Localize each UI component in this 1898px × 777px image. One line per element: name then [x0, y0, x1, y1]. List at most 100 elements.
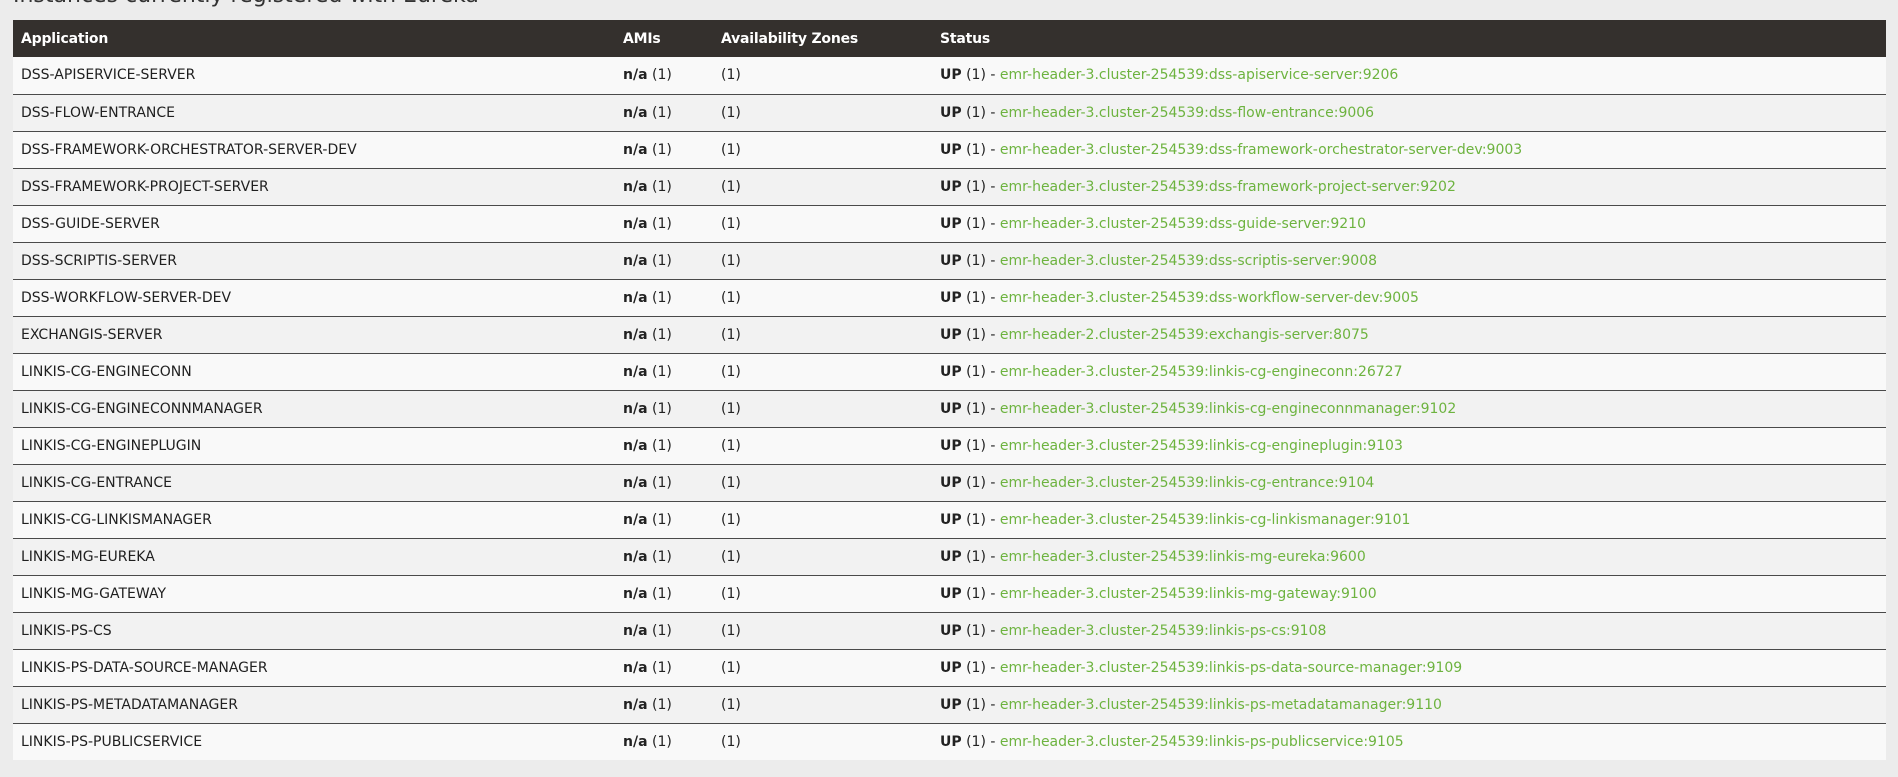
instance-link[interactable]: emr-header-3.cluster-254539:dss-workflow…	[1000, 290, 1419, 306]
instance-link[interactable]: emr-header-3.cluster-254539:linkis-cg-en…	[1000, 401, 1456, 417]
instance-link[interactable]: emr-header-3.cluster-254539:dss-framewor…	[1000, 142, 1522, 158]
status-separator: -	[990, 141, 996, 158]
status-count: (1)	[966, 696, 986, 713]
status-cell: UP (1) - emr-header-3.cluster-254539:lin…	[932, 685, 1886, 723]
amis-cell: n/a (1)	[615, 648, 713, 686]
instances-table-container: Application AMIs Availability Zones Stat…	[13, 20, 1886, 760]
availability-zones-cell: (1)	[713, 93, 932, 131]
amis-value: n/a	[623, 67, 648, 84]
status-separator: -	[990, 659, 996, 676]
application-cell: DSS-GUIDE-SERVER	[13, 204, 615, 242]
status-value: UP	[940, 400, 962, 417]
instance-link[interactable]: emr-header-3.cluster-254539:linkis-cg-en…	[1000, 364, 1403, 380]
amis-count: (1)	[651, 733, 672, 750]
amis-cell: n/a (1)	[615, 426, 713, 464]
status-count: (1)	[966, 67, 986, 84]
status-separator: -	[990, 733, 996, 750]
availability-zones-count: (1)	[721, 104, 741, 121]
amis-cell: n/a (1)	[615, 574, 713, 612]
amis-count: (1)	[651, 326, 672, 343]
status-value: UP	[940, 178, 962, 195]
application-name: LINKIS-CG-ENTRANCE	[21, 474, 173, 491]
instance-link[interactable]: emr-header-3.cluster-254539:dss-scriptis…	[1000, 253, 1377, 269]
amis-cell: n/a (1)	[615, 57, 713, 94]
status-count: (1)	[966, 289, 986, 306]
application-name: LINKIS-MG-GATEWAY	[21, 585, 166, 602]
status-cell: UP (1) - emr-header-3.cluster-254539:dss…	[932, 130, 1886, 168]
status-cell: UP (1) - emr-header-3.cluster-254539:lin…	[932, 426, 1886, 464]
availability-zones-count: (1)	[721, 696, 741, 713]
status-value: UP	[940, 585, 962, 602]
instance-link[interactable]: emr-header-3.cluster-254539:linkis-cg-en…	[1000, 438, 1403, 454]
status-separator: -	[990, 289, 996, 306]
status-value: UP	[940, 215, 962, 232]
amis-count: (1)	[651, 400, 672, 417]
amis-value: n/a	[623, 548, 648, 565]
amis-cell: n/a (1)	[615, 463, 713, 501]
availability-zones-count: (1)	[721, 289, 741, 306]
instance-link[interactable]: emr-header-3.cluster-254539:linkis-mg-eu…	[1000, 549, 1366, 565]
availability-zones-cell: (1)	[713, 500, 932, 538]
amis-cell: n/a (1)	[615, 241, 713, 279]
application-cell: DSS-APISERVICE-SERVER	[13, 57, 615, 94]
instance-link[interactable]: emr-header-3.cluster-254539:dss-framewor…	[1000, 179, 1456, 195]
status-count: (1)	[966, 659, 986, 676]
application-name: LINKIS-PS-CS	[21, 622, 112, 639]
instance-link[interactable]: emr-header-3.cluster-254539:linkis-ps-me…	[1000, 697, 1442, 713]
application-name: LINKIS-PS-PUBLICSERVICE	[21, 733, 203, 750]
availability-zones-cell: (1)	[713, 463, 932, 501]
status-count: (1)	[966, 585, 986, 602]
amis-count: (1)	[651, 548, 672, 565]
status-value: UP	[940, 252, 962, 269]
amis-count: (1)	[651, 622, 672, 639]
table-header: Application AMIs Availability Zones Stat…	[13, 20, 1886, 57]
availability-zones-cell: (1)	[713, 722, 932, 760]
amis-count: (1)	[651, 141, 672, 158]
application-cell: LINKIS-CG-ENGINECONN	[13, 352, 615, 390]
instance-link[interactable]: emr-header-3.cluster-254539:dss-flow-ent…	[1000, 105, 1374, 121]
amis-count: (1)	[651, 289, 672, 306]
application-cell: DSS-WORKFLOW-SERVER-DEV	[13, 278, 615, 316]
status-value: UP	[940, 511, 962, 528]
status-count: (1)	[966, 474, 986, 491]
instance-link[interactable]: emr-header-3.cluster-254539:linkis-ps-pu…	[1000, 734, 1404, 750]
application-cell: DSS-FRAMEWORK-ORCHESTRATOR-SERVER-DEV	[13, 130, 615, 168]
application-name: LINKIS-PS-DATA-SOURCE-MANAGER	[21, 659, 268, 676]
application-cell: EXCHANGIS-SERVER	[13, 315, 615, 353]
status-value: UP	[940, 67, 962, 84]
status-cell: UP (1) - emr-header-3.cluster-254539:lin…	[932, 611, 1886, 649]
application-cell: DSS-FLOW-ENTRANCE	[13, 93, 615, 131]
amis-cell: n/a (1)	[615, 537, 713, 575]
availability-zones-count: (1)	[721, 511, 741, 528]
status-cell: UP (1) - emr-header-3.cluster-254539:lin…	[932, 537, 1886, 575]
status-cell: UP (1) - emr-header-3.cluster-254539:lin…	[932, 352, 1886, 390]
table-row: DSS-FLOW-ENTRANCE n/a (1) (1) UP (1) - emr-…	[13, 93, 1886, 131]
header-amis: AMIs	[623, 30, 661, 47]
status-value: UP	[940, 437, 962, 454]
instance-link[interactable]: emr-header-3.cluster-254539:linkis-ps-cs…	[1000, 623, 1327, 639]
availability-zones-cell: (1)	[713, 241, 932, 279]
application-cell: LINKIS-MG-EUREKA	[13, 537, 615, 575]
availability-zones-count: (1)	[721, 585, 741, 602]
instance-link[interactable]: emr-header-3.cluster-254539:linkis-mg-ga…	[1000, 586, 1377, 602]
instance-link[interactable]: emr-header-3.cluster-254539:linkis-ps-da…	[1000, 660, 1462, 676]
availability-zones-cell: (1)	[713, 611, 932, 649]
status-count: (1)	[966, 326, 986, 343]
application-name: DSS-FRAMEWORK-PROJECT-SERVER	[21, 178, 269, 195]
instance-link[interactable]: emr-header-2.cluster-254539:exchangis-se…	[1000, 327, 1369, 343]
instance-link[interactable]: emr-header-3.cluster-254539:dss-apiservi…	[1000, 67, 1398, 83]
table-row: DSS-APISERVICE-SERVER n/a (1) (1) UP (1) - …	[13, 57, 1886, 94]
status-count: (1)	[966, 622, 986, 639]
amis-value: n/a	[623, 326, 648, 343]
instance-link[interactable]: emr-header-3.cluster-254539:linkis-cg-en…	[1000, 475, 1374, 491]
status-count: (1)	[966, 511, 986, 528]
status-separator: -	[990, 178, 996, 195]
instance-link[interactable]: emr-header-3.cluster-254539:dss-guide-se…	[1000, 216, 1366, 232]
amis-value: n/a	[623, 400, 648, 417]
status-value: UP	[940, 104, 962, 121]
table-row: DSS-WORKFLOW-SERVER-DEV n/a (1) (1) UP (1) …	[13, 278, 1886, 316]
instance-link[interactable]: emr-header-3.cluster-254539:linkis-cg-li…	[1000, 512, 1411, 528]
table-row: LINKIS-CG-ENTRANCE n/a (1) (1) UP (1) - emr…	[13, 463, 1886, 501]
availability-zones-count: (1)	[721, 67, 741, 84]
application-cell: LINKIS-MG-GATEWAY	[13, 574, 615, 612]
